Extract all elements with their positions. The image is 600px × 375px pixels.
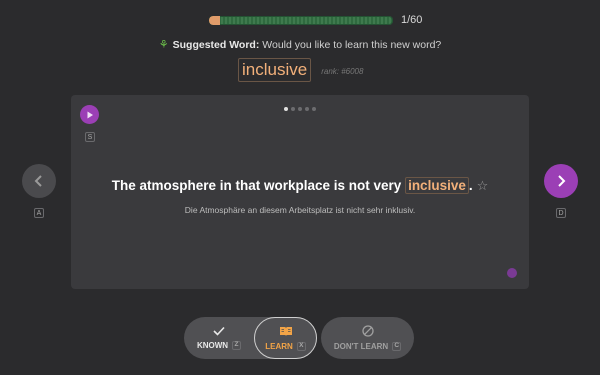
example-sentence: The atmosphere in that workplace is not …: [71, 177, 529, 194]
sprout-icon: ⚘: [158, 39, 169, 51]
dont-learn-button[interactable]: DON'T LEARN C: [321, 317, 414, 359]
next-button[interactable]: [544, 164, 578, 198]
known-label: KNOWN: [196, 341, 229, 350]
chevron-right-icon: [558, 175, 566, 187]
previous-button[interactable]: [22, 164, 56, 198]
next-shortcut-key: D: [556, 208, 566, 218]
pagination-dot[interactable]: [298, 107, 302, 111]
dont-learn-label: DON'T LEARN: [333, 342, 389, 351]
learn-label: LEARN: [265, 341, 293, 351]
suggestion-line: ⚘ Suggested Word: Would you like to learn…: [0, 38, 600, 51]
progress-bar: [209, 15, 393, 25]
play-shortcut-key: S: [85, 132, 95, 142]
learn-shortcut-key: X: [296, 341, 306, 351]
sentence-highlighted-word[interactable]: inclusive: [405, 177, 469, 194]
star-icon[interactable]: ☆: [477, 178, 489, 193]
example-card: S The atmosphere in that workplace is no…: [71, 95, 529, 289]
dont-learn-shortcut-key: C: [392, 342, 402, 351]
suggestion-title: Suggested Word:: [172, 39, 260, 51]
sentence-text-before: The atmosphere in that workplace is not …: [111, 178, 406, 193]
pagination-dot[interactable]: [305, 107, 309, 111]
sentence-translation: Die Atmosphäre an diesem Arbeitsplatz is…: [184, 205, 416, 215]
known-shortcut-key: Z: [232, 341, 242, 350]
headword-row: inclusive rank: #6008: [238, 58, 363, 82]
book-icon: [279, 326, 292, 336]
known-button[interactable]: KNOWN Z: [184, 317, 254, 359]
checkmark-icon: [213, 326, 225, 336]
pagination-dot[interactable]: [291, 107, 295, 111]
progress-count: 1/60: [401, 14, 423, 26]
pagination-dot[interactable]: [284, 107, 288, 111]
chevron-left-icon: [34, 175, 42, 187]
suggestion-prompt: Would you like to learn this new word?: [262, 39, 442, 51]
previous-shortcut-key: A: [34, 208, 44, 218]
prohibited-icon: [361, 325, 374, 337]
card-status-dot[interactable]: [507, 268, 517, 278]
word-rank: rank: #6008: [321, 67, 364, 76]
answer-group: KNOWN Z LEARN X: [184, 317, 317, 359]
learn-button[interactable]: LEARN X: [254, 317, 317, 359]
progress-indicator: 1/60: [209, 14, 422, 26]
progress-bar-fill: [209, 15, 221, 25]
play-icon: [87, 111, 93, 118]
pagination-dot[interactable]: [312, 107, 316, 111]
example-pagination: [71, 107, 529, 111]
sentence-text-after: .: [468, 178, 473, 193]
headword[interactable]: inclusive: [238, 58, 312, 82]
